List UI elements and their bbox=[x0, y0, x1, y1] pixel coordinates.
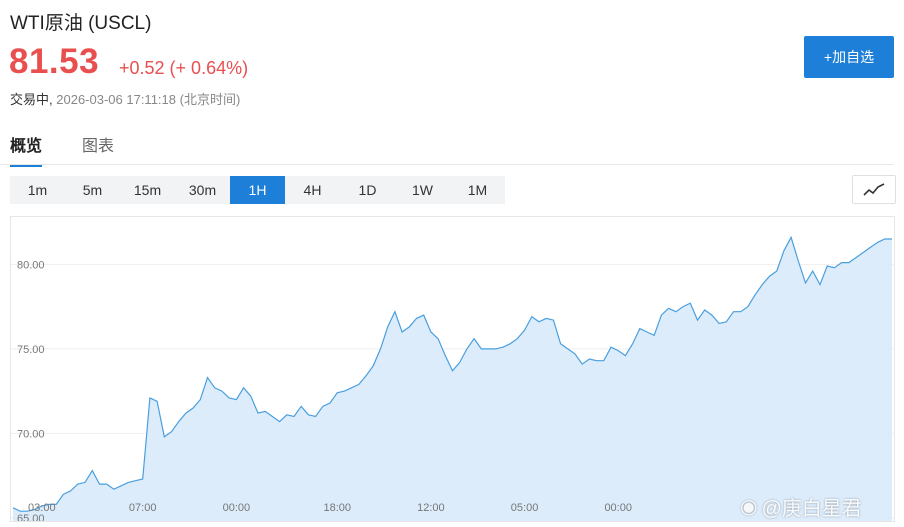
quote-page: WTI原油 (USCL) 81.53 +0.52 (+ 0.64%) 交易中, … bbox=[0, 0, 904, 527]
tab-bar: 概览 图表 bbox=[0, 128, 894, 167]
watermark-text: @庚白星君 bbox=[761, 498, 862, 520]
price-chart[interactable]: 65.00 70.00 75.00 80.00 03:00 07:00 00:00 18:00… bbox=[10, 216, 895, 522]
tab-chart[interactable]: 图表 bbox=[82, 132, 114, 165]
line-chart-icon bbox=[863, 182, 885, 196]
tab-overview[interactable]: 概览 bbox=[10, 132, 43, 167]
y-tick-label: 80.00 bbox=[17, 259, 45, 271]
interval-5m[interactable]: 5m bbox=[65, 176, 120, 204]
add-watchlist-button[interactable]: +加自选 bbox=[804, 36, 894, 78]
x-tick-label: 18:00 bbox=[323, 502, 351, 514]
instrument-title: WTI原油 (USCL) bbox=[10, 13, 152, 34]
y-tick-label: 75.00 bbox=[17, 344, 45, 356]
interval-4h[interactable]: 4H bbox=[285, 176, 340, 204]
trading-status: 交易中, 2026-03-06 17:11:18 (北京时间) bbox=[10, 89, 240, 108]
x-tick-label: 00:00 bbox=[604, 502, 632, 514]
x-tick-label: 03:00 bbox=[28, 502, 56, 514]
x-tick-label: 05:00 bbox=[511, 502, 539, 514]
x-tick-label: 07:00 bbox=[129, 502, 157, 514]
interval-1m[interactable]: 1m bbox=[10, 176, 65, 204]
price-area bbox=[13, 237, 892, 521]
last-price: 81.53 bbox=[9, 42, 100, 81]
y-tick-label: 70.00 bbox=[17, 428, 45, 440]
status-label: 交易中, bbox=[10, 92, 53, 107]
y-tick-label: 65.00 bbox=[17, 513, 45, 522]
interval-30m[interactable]: 30m bbox=[175, 176, 230, 204]
interval-selector: 1m 5m 15m 30m 1H 4H 1D 1W 1M bbox=[10, 176, 505, 204]
interval-1d[interactable]: 1D bbox=[340, 176, 395, 204]
x-tick-label: 12:00 bbox=[417, 502, 445, 514]
interval-1h[interactable]: 1H bbox=[230, 176, 285, 204]
chart-type-button[interactable] bbox=[852, 175, 896, 204]
interval-1mo[interactable]: 1M bbox=[450, 176, 505, 204]
watermark: ◉ @庚白星君 bbox=[740, 492, 862, 521]
price-chart-svg: 65.00 70.00 75.00 80.00 03:00 07:00 00:00 18:00… bbox=[11, 235, 894, 522]
price-change: +0.52 (+ 0.64%) bbox=[119, 58, 249, 78]
x-tick-label: 00:00 bbox=[223, 502, 251, 514]
status-timestamp: 2026-03-06 17:11:18 (北京时间) bbox=[56, 92, 241, 107]
interval-1w[interactable]: 1W bbox=[395, 176, 450, 204]
weibo-icon: ◉ bbox=[740, 496, 758, 518]
interval-15m[interactable]: 15m bbox=[120, 176, 175, 204]
